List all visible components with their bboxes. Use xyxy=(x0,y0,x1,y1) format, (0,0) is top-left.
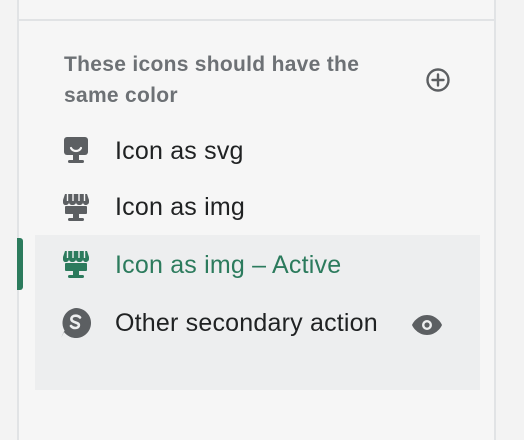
eye-icon xyxy=(412,315,442,335)
storefront-icon xyxy=(59,133,93,167)
nav-item-icon-as-img[interactable]: Icon as img xyxy=(35,184,480,232)
active-indicator xyxy=(17,238,23,290)
shopify-s-icon xyxy=(59,306,93,340)
nav-item-label: Other secondary action xyxy=(115,309,378,337)
nav-item-other-secondary-action[interactable]: Other secondary action xyxy=(35,292,480,390)
nav-item-label: Icon as img xyxy=(115,193,246,221)
navigation-panel: These icons should have the same color I… xyxy=(17,0,496,440)
storefront-icon xyxy=(59,190,93,224)
app-frame: These icons should have the same color I… xyxy=(0,0,524,440)
nav-item-label: Icon as svg xyxy=(115,137,244,165)
section-divider xyxy=(19,19,494,21)
add-button[interactable] xyxy=(424,66,452,94)
circle-plus-icon xyxy=(426,68,450,92)
storefront-icon xyxy=(59,247,93,281)
section-title: These icons should have the same color xyxy=(64,53,360,107)
nav-item-icon-as-svg[interactable]: Icon as svg xyxy=(35,128,480,176)
nav-item-icon-as-img-active[interactable]: Icon as img – Active xyxy=(35,235,480,292)
view-button[interactable] xyxy=(409,309,445,341)
nav-item-label: Icon as img – Active xyxy=(115,251,342,279)
